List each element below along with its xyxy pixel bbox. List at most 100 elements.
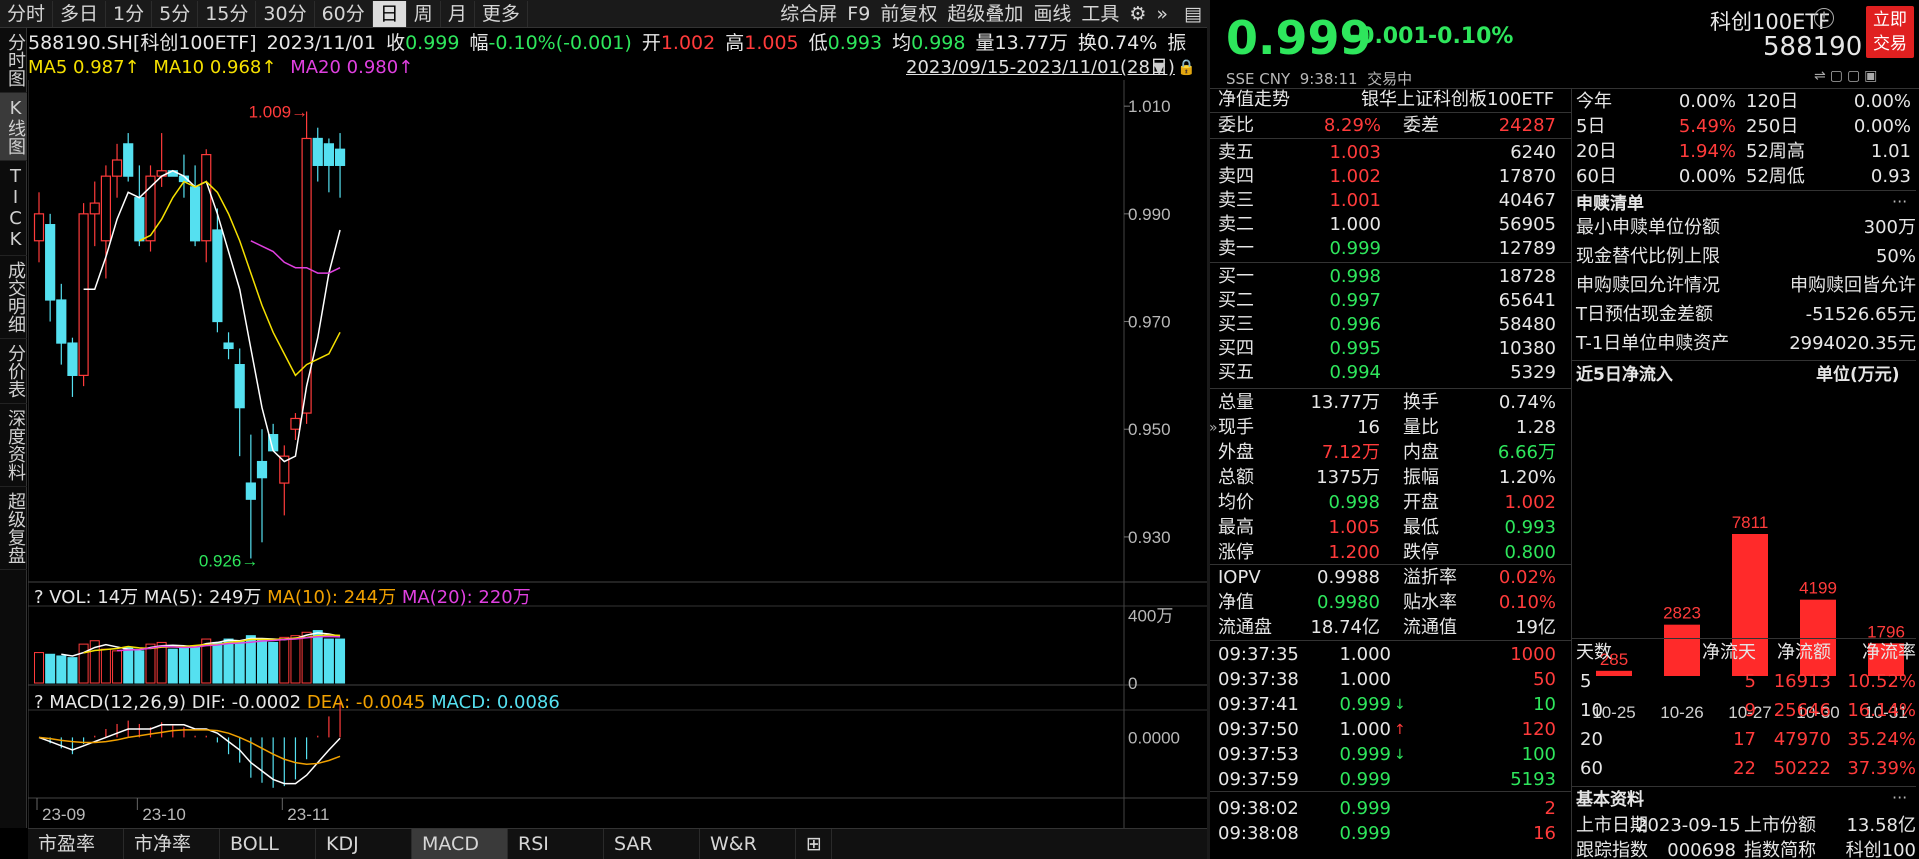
candle-body (245, 482, 256, 500)
menu-item-5[interactable]: 工具 (1076, 1, 1124, 27)
indicator-tab-7[interactable]: W&R (700, 829, 796, 859)
side-tab-0[interactable]: 分时图 (0, 28, 27, 93)
cell: 25646 (1773, 700, 1831, 721)
period-tab-2[interactable]: 1分 (106, 0, 153, 27)
cell: 0.999 (1339, 744, 1391, 765)
cell: 0.996 (1329, 314, 1381, 335)
period-tab-3[interactable]: 5分 (152, 0, 199, 27)
candle-body (323, 143, 334, 166)
help-icon[interactable]: ? (34, 692, 44, 713)
cell: 17 (1733, 729, 1756, 750)
cell: 上市份额 (1744, 815, 1816, 836)
cell: 0.999 (1339, 823, 1391, 844)
layout-icon[interactable]: ▤ (1179, 1, 1207, 27)
period-tab-5[interactable]: 30分 (256, 0, 315, 27)
cell: 总额 (1218, 467, 1254, 488)
double-chevron-right-icon[interactable]: » (1151, 1, 1173, 27)
indicator-tab-5[interactable]: RSI (508, 829, 604, 859)
help-icon[interactable]: ? (34, 587, 44, 608)
cell: 7.12万 (1321, 442, 1380, 463)
creation-row: T-1日单位申赎资产 2994020.35元 (1576, 332, 1916, 356)
add-indicator-button[interactable]: ⊞ (796, 829, 832, 859)
candle-body (290, 417, 301, 430)
amplitude-info: 振 (1167, 32, 1187, 54)
tick-row: 09:37:59 0.999 5193 (1216, 768, 1566, 792)
volume-bar (223, 638, 234, 684)
volume-bar (335, 638, 346, 684)
indicator-tab-6[interactable]: SAR (604, 829, 700, 859)
volume-bar (67, 657, 78, 684)
dropdown-triangle-icon[interactable]: ▼ (1153, 58, 1165, 77)
info-icon[interactable]: ! (1814, 8, 1834, 28)
cell: 18.74亿 (1310, 617, 1380, 638)
more-icon[interactable]: ··· (1892, 192, 1907, 211)
cell: 卖一 (1218, 238, 1254, 259)
indicator-tab-3[interactable]: KDJ (316, 829, 412, 859)
side-tab-4[interactable]: 分价表 (0, 339, 27, 404)
period-tab-7[interactable]: 日 (372, 0, 407, 27)
cell: 50222 (1773, 758, 1831, 779)
cell: 13.58亿 (1846, 815, 1916, 836)
side-tab-5[interactable]: 深度资料 (0, 404, 27, 487)
indicator-tab-1[interactable]: 市净率 (124, 829, 220, 859)
cell: 09:38:02 (1218, 798, 1299, 819)
side-tab-3[interactable]: 成交明细 (0, 256, 27, 339)
creation-row: 最小申赎单位份额 300万 (1576, 216, 1916, 240)
side-tab-1[interactable]: K线图 (0, 93, 27, 161)
cell: 250日 (1746, 116, 1799, 137)
market-info: SSE CNY 9:38:11 交易中 (1226, 70, 1413, 88)
menu-item-3[interactable]: 超级叠加 (942, 1, 1028, 27)
more-icon[interactable]: ··· (1892, 788, 1907, 807)
candle-body (111, 159, 123, 177)
cell: 10380 (1498, 338, 1556, 359)
cell: 量比 (1403, 417, 1439, 438)
cell: IOPV (1218, 567, 1261, 588)
security-code: 588190 (1763, 32, 1863, 62)
collapse-arrow-icon[interactable]: » (1209, 420, 1218, 436)
menu-item-0[interactable]: 综合屏 (775, 1, 842, 27)
cell: 均价 (1218, 492, 1254, 513)
cell: 19亿 (1515, 617, 1556, 638)
menu-item-1[interactable]: F9 (842, 1, 875, 27)
cell: 科创100 (1845, 840, 1916, 859)
side-tab-2[interactable]: TICK (0, 161, 27, 256)
lock-icon[interactable]: 🔒 (1177, 58, 1196, 76)
bid-row: 买二 0.997 65641 (1216, 289, 1566, 313)
period-tab-10[interactable]: 更多 (475, 0, 528, 27)
indicator-tab-0[interactable]: 市盈率 (28, 829, 124, 859)
ask-row: 卖四 1.002 17870 (1216, 165, 1566, 189)
cell: 流通盘 (1218, 617, 1272, 638)
cell: 0.999 (1339, 798, 1391, 819)
cell: 09:37:50 (1218, 719, 1299, 740)
trade-now-button[interactable]: 立即交易 (1866, 6, 1914, 58)
cell: 委比 (1218, 115, 1254, 136)
period-tab-6[interactable]: 60分 (315, 0, 373, 27)
date-range-selector[interactable]: 2023/09/15-2023/11/01(28日) (906, 55, 1175, 81)
period-tab-4[interactable]: 15分 (198, 0, 257, 27)
indicator-tab-2[interactable]: BOLL (220, 829, 316, 859)
period-tab-8[interactable]: 周 (407, 0, 441, 27)
tick-row: 09:37:41 0.999 10 ↓ (1216, 693, 1566, 717)
period-tab-1[interactable]: 多日 (53, 0, 107, 27)
menu-item-2[interactable]: 前复权 (875, 1, 942, 27)
cell: 买一 (1218, 266, 1254, 287)
indicator-tab-4[interactable]: MACD (412, 829, 508, 859)
candle-body (190, 186, 201, 242)
period-tab-0[interactable]: 分时 (0, 0, 54, 27)
volume-axis-label: 0 (1128, 674, 1137, 693)
gear-icon[interactable]: ⚙ (1124, 1, 1151, 27)
basic-title-row: 基本资料 (1576, 788, 1916, 812)
macd-legend: ? MACD(12,26,9) DIF: -0.0002 DEA: -0.004… (34, 692, 560, 713)
weibi-row: 委比 8.29% 委差 24287 (1216, 114, 1566, 138)
cell: 35.24% (1847, 729, 1916, 750)
cell: 5.49% (1678, 116, 1736, 137)
menu-item-4[interactable]: 画线 (1028, 1, 1076, 27)
cell: 1.94% (1678, 141, 1736, 162)
panel-tool-icons[interactable]: ⇌▢▢▣ (1814, 68, 1881, 84)
candle-body (134, 197, 145, 242)
netflow-header: 天数 净流天 净流额 净流率 (1576, 641, 1916, 665)
period-tab-9[interactable]: 月 (441, 0, 475, 27)
side-tab-6[interactable]: 超级复盘 (0, 487, 27, 570)
nav-trend-label: 净值走势 (1218, 89, 1290, 110)
cell: 37.39% (1847, 758, 1916, 779)
